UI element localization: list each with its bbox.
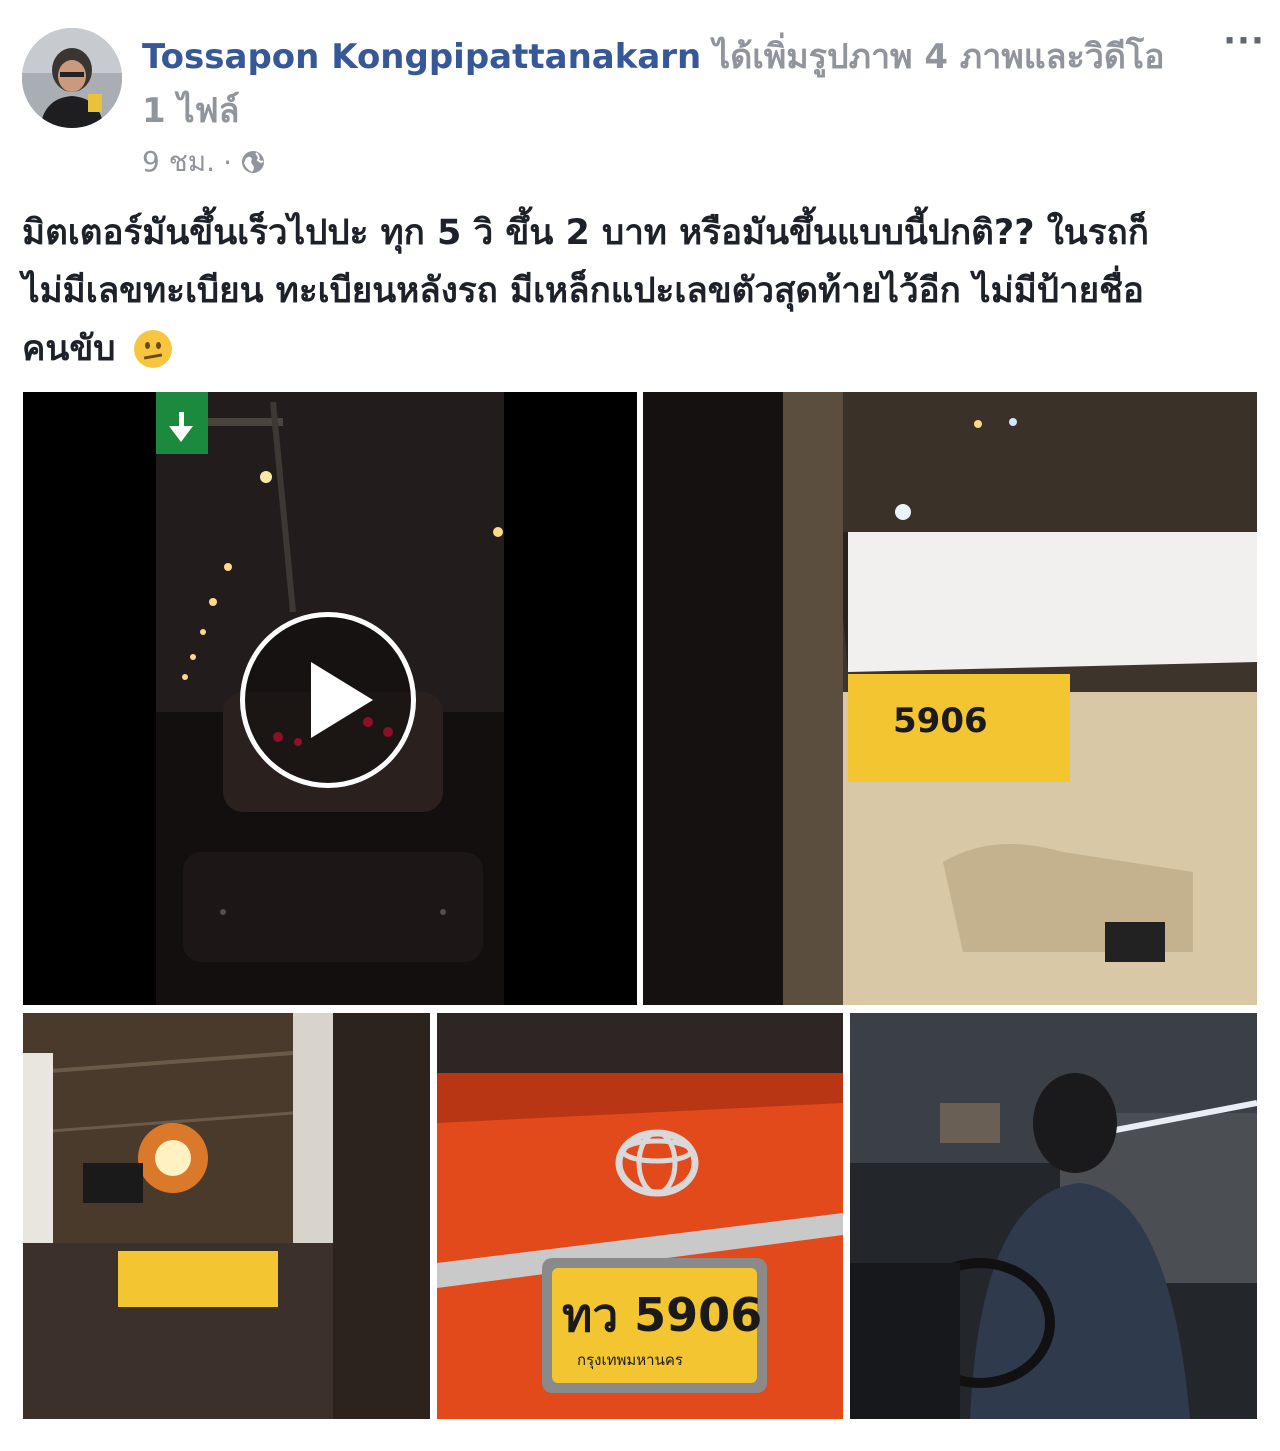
photo-rear-plate[interactable]: ทว 5906 กรุงเทพมหานคร [437, 1013, 843, 1419]
meta-separator: · [223, 145, 232, 179]
avatar-image [22, 28, 122, 128]
photo-driver[interactable] [850, 1013, 1257, 1419]
post-header: Tossapon Kongpipattanakarn ได้เพิ่มรูปภา… [142, 30, 1192, 138]
post-message-text: คนขับ [22, 329, 116, 369]
facebook-post: Tossapon Kongpipattanakarn ได้เพิ่มรูปภา… [0, 0, 1280, 1451]
post-meta: 9 ชม. · [142, 142, 266, 182]
post-message: มิตเตอร์มันขึ้นเร็วไปปะ ทุก 5 วิ ขึ้น 2 … [22, 204, 1232, 378]
driver-image [850, 1013, 1257, 1419]
avatar[interactable] [22, 28, 122, 128]
globe-icon[interactable] [240, 149, 266, 175]
more-options-button[interactable]: ··· [1222, 24, 1266, 62]
post-timestamp[interactable]: 9 ชม. [142, 140, 215, 184]
photo-door-plate[interactable]: 5906 [643, 392, 1257, 1005]
post-message-line: ไม่มีเลขทะเบียน ทะเบียนหลังรถ มีเหล็กแปะ… [22, 271, 1144, 311]
confused-face-emoji-icon [133, 330, 172, 368]
post-message-line: มิตเตอร์มันขึ้นเร็วไปปะ ทุก 5 วิ ขึ้น 2 … [22, 213, 1149, 253]
plate-province-text: กรุงเทพมหานคร [577, 1351, 683, 1370]
play-icon [311, 662, 373, 738]
window-traffic-image [23, 1013, 430, 1419]
door-plate-text: 5906 [893, 701, 988, 741]
photo-window-traffic[interactable] [23, 1013, 430, 1419]
post-message-line-last: คนขับ [22, 320, 1232, 378]
plate-number-text: ทว 5906 [562, 1288, 762, 1342]
door-plate-image: 5906 [643, 392, 1257, 1005]
rear-plate-image: ทว 5906 กรุงเทพมหานคร [437, 1013, 843, 1419]
post-actions-row-cutoff [0, 1436, 1280, 1451]
play-button[interactable] [240, 612, 416, 788]
author-name-link[interactable]: Tossapon Kongpipattanakarn [142, 37, 701, 77]
